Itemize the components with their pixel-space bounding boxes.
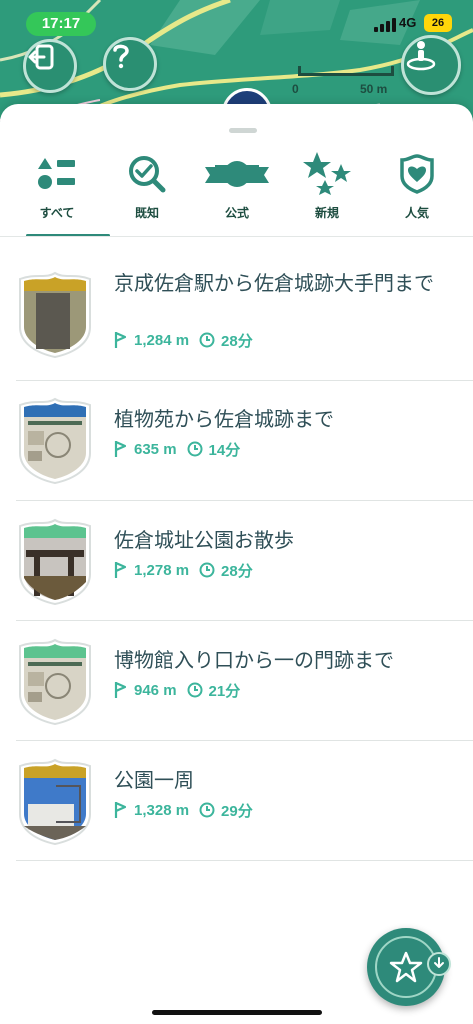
status-time: 17:17 [26, 12, 96, 36]
row-divider [16, 860, 473, 861]
home-indicator [152, 1010, 322, 1015]
question-mark-icon [113, 44, 129, 69]
tab-label-known: 既知 [134, 206, 159, 220]
course-meta: 946 m 21分 [114, 680, 240, 700]
tab-label-official: 公式 [224, 206, 249, 220]
all-categories-icon [38, 158, 75, 189]
download-icon [427, 952, 451, 976]
flag-icon [114, 440, 126, 457]
stars-icon [303, 152, 351, 195]
category-tabs: すべて 既知 公式 新規 人気 [0, 146, 473, 237]
clock-icon [187, 682, 203, 698]
course-distance: 1,278 m [134, 561, 190, 579]
clock-icon [199, 802, 215, 818]
flag-icon [114, 561, 126, 578]
tab-popular[interactable]: 人気 [372, 146, 462, 232]
course-distance: 635 m [134, 440, 177, 458]
exit-button[interactable] [23, 39, 77, 93]
course-list-sheet: すべて 既知 公式 新規 人気 京成佐倉駅から佐倉城跡大手門まで 1,284 m… [0, 104, 473, 1024]
tab-official[interactable]: 公式 [192, 146, 282, 232]
map-scale: 0 50 m [292, 62, 394, 96]
scale-start-label: 0 [292, 82, 299, 96]
course-row[interactable]: 京成佐倉駅から佐倉城跡大手門まで 1,284 m 28分 [0, 240, 473, 381]
course-duration: 28分 [221, 562, 253, 580]
course-thumbnail [19, 638, 91, 726]
course-title: 京成佐倉駅から佐倉城跡大手門まで [114, 271, 434, 295]
course-title: 博物館入り口から一の門跡まで [114, 648, 394, 672]
tab-new[interactable]: 新規 [282, 146, 372, 232]
tab-all[interactable]: すべて [12, 146, 102, 232]
exit-door-icon [28, 44, 54, 70]
course-distance: 1,284 m [134, 331, 190, 349]
course-duration: 21分 [208, 682, 241, 700]
status-bar: 17:17 4G 26 [0, 10, 473, 38]
course-meta: 1,278 m 28分 [114, 560, 253, 580]
person-location-icon [406, 41, 436, 71]
scale-end-label: 50 m [360, 82, 388, 96]
sheet-grabber[interactable] [229, 128, 257, 133]
course-distance: 1,328 m [134, 801, 190, 819]
tab-label-popular: 人気 [404, 206, 429, 220]
course-thumbnail [19, 758, 91, 846]
course-title: 公園一周 [114, 768, 194, 792]
course-title: 佐倉城址公園お散歩 [114, 528, 294, 552]
course-row[interactable]: 植物苑から佐倉城跡まで 635 m 14分 [0, 381, 473, 501]
course-meta: 635 m 14分 [114, 439, 240, 459]
battery-indicator: 26 [424, 14, 452, 32]
course-row[interactable]: 佐倉城址公園お散歩 1,278 m 28分 [0, 501, 473, 621]
help-button[interactable] [103, 37, 157, 91]
course-meta: 1,328 m 29分 [114, 800, 253, 820]
course-title: 植物苑から佐倉城跡まで [114, 407, 334, 431]
cellular-signal-icon [374, 18, 396, 32]
tab-known[interactable]: 既知 [102, 146, 192, 232]
clock-icon [187, 441, 203, 457]
locate-user-button[interactable] [401, 35, 461, 95]
favorites-download-button[interactable] [367, 928, 451, 1006]
heart-shield-icon [400, 154, 434, 194]
course-distance: 946 m [134, 681, 177, 699]
course-row[interactable]: 公園一周 1,328 m 29分 [0, 741, 473, 861]
magnifier-check-icon [129, 156, 166, 193]
tabs-divider [0, 236, 473, 237]
star-outline-icon [389, 951, 423, 983]
course-duration: 29分 [221, 802, 253, 820]
course-thumbnail [19, 397, 91, 485]
flag-icon [114, 681, 126, 698]
course-duration: 28分 [221, 332, 253, 350]
clock-icon [199, 562, 215, 578]
course-thumbnail [19, 271, 91, 359]
ribbon-icon [205, 161, 269, 187]
course-row[interactable]: 博物館入り口から一の門跡まで 946 m 21分 [0, 621, 473, 741]
flag-icon [114, 801, 126, 818]
course-duration: 14分 [208, 441, 241, 459]
tab-label-all: すべて [39, 206, 75, 220]
course-meta: 1,284 m 28分 [114, 330, 253, 350]
flag-icon [114, 331, 126, 348]
network-type: 4G [399, 15, 417, 30]
clock-icon [199, 332, 215, 348]
course-thumbnail [19, 518, 91, 606]
tab-label-new: 新規 [314, 206, 339, 220]
